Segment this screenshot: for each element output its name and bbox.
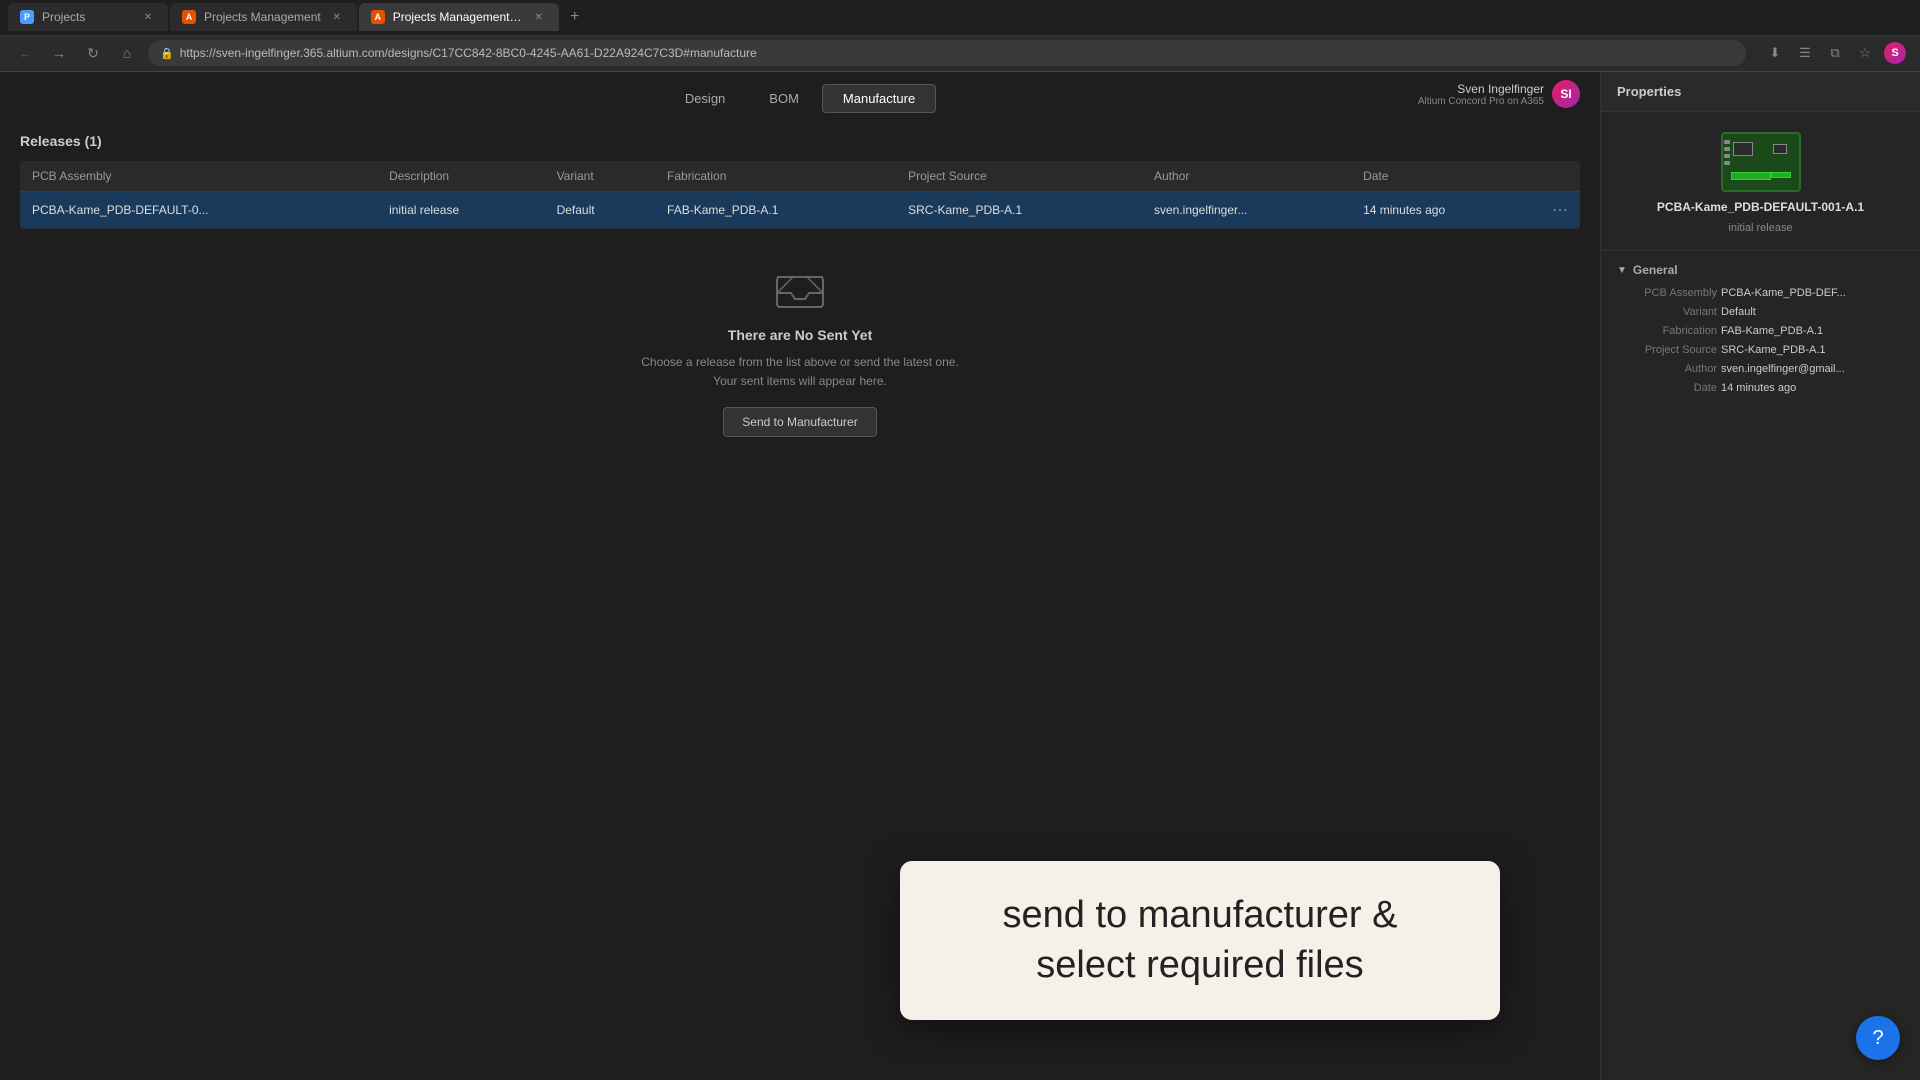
releases-table: PCB Assembly Description Variant Fabrica… [20,161,1580,229]
browser-chrome: P Projects ✕ A Projects Management ✕ A P… [0,0,1920,72]
col-date[interactable]: Date [1351,161,1540,192]
url-text: https://sven-ingelfinger.365.altium.com/… [180,46,1734,60]
section-title: ▼ General [1617,263,1904,277]
avatar[interactable]: SI [1552,80,1580,108]
download-btn[interactable]: ⬇ [1762,40,1788,66]
user-name: Sven Ingelfinger [1418,82,1544,96]
address-bar[interactable]: 🔒 https://sven-ingelfinger.365.altium.co… [148,40,1746,66]
extensions-btn[interactable]: ☰ [1792,40,1818,66]
back-btn[interactable]: ← [12,40,38,66]
col-variant[interactable]: Variant [545,161,655,192]
cell-pcb-assembly: PCBA-Kame_PDB-DEFAULT-0... [20,192,377,229]
prop-label-variant: Variant [1617,306,1717,318]
user-area: Sven Ingelfinger Altium Concord Pro on A… [1418,80,1580,108]
cell-author: sven.ingelfinger... [1142,192,1351,229]
prop-author: Author sven.ingelfinger@gmail... [1617,363,1904,375]
col-actions [1540,161,1580,192]
support-button[interactable]: ? [1856,1016,1900,1060]
preview-desc: initial release [1728,222,1792,234]
tab-projects-mgmt[interactable]: A Projects Management ✕ [170,3,357,31]
cell-date: 14 minutes ago [1351,192,1540,229]
reload-btn[interactable]: ↻ [80,40,106,66]
home-btn[interactable]: ⌂ [114,40,140,66]
bookmark-btn[interactable]: ☆ [1852,40,1878,66]
tab-close-btn-3[interactable]: ✕ [531,9,547,25]
chevron-down-icon: ▼ [1617,265,1627,276]
panel-preview: PCBA-Kame_PDB-DEFAULT-001-A.1 initial re… [1601,112,1920,251]
tab-close-btn-2[interactable]: ✕ [329,9,345,25]
pcb-board [1721,132,1801,192]
tab-projects-mgmt-manu[interactable]: A Projects Management - Manu... ✕ [359,3,559,31]
prop-pcb-assembly: PCB Assembly PCBA-Kame_PDB-DEF... [1617,287,1904,299]
user-subtitle: Altium Concord Pro on A365 [1418,96,1544,107]
table-row[interactable]: PCBA-Kame_PDB-DEFAULT-0... initial relea… [20,192,1580,229]
empty-state: There are No Sent Yet Choose a release f… [20,229,1580,477]
tab-label: Projects [42,10,132,24]
empty-title: There are No Sent Yet [728,327,872,343]
cell-fabrication: FAB-Kame_PDB-A.1 [655,192,896,229]
address-bar-row: ← → ↻ ⌂ 🔒 https://sven-ingelfinger.365.a… [0,36,1920,72]
col-description[interactable]: Description [377,161,544,192]
pcb-preview [1721,132,1801,192]
cell-description: initial release [377,192,544,229]
prop-label-author: Author [1617,363,1717,375]
tab-favicon-2: A [182,10,196,24]
prop-value-variant: Default [1721,306,1904,318]
prop-label-pcb-assembly: PCB Assembly [1617,287,1717,299]
tab-close-btn[interactable]: ✕ [140,9,156,25]
releases-title: Releases (1) [20,125,1580,157]
prop-date: Date 14 minutes ago [1617,382,1904,394]
user-name-area: Sven Ingelfinger Altium Concord Pro on A… [1418,82,1544,107]
properties-section: ▼ General PCB Assembly PCBA-Kame_PDB-DEF… [1601,251,1920,413]
profile-btn[interactable]: S [1882,40,1908,66]
cell-variant: Default [545,192,655,229]
preview-name: PCBA-Kame_PDB-DEFAULT-001-A.1 [1657,200,1864,214]
empty-inbox-icon [775,269,825,309]
forward-btn[interactable]: → [46,40,72,66]
prop-value-fabrication: FAB-Kame_PDB-A.1 [1721,325,1904,337]
prop-fabrication: Fabrication FAB-Kame_PDB-A.1 [1617,325,1904,337]
tooltip-text: send to manufacturer &select required fi… [940,891,1460,990]
prop-value-author: sven.ingelfinger@gmail... [1721,363,1904,375]
prop-value-project-source: SRC-Kame_PDB-A.1 [1721,344,1904,356]
nav-tab-manufacture[interactable]: Manufacture [822,84,936,113]
prop-value-pcb-assembly: PCBA-Kame_PDB-DEF... [1721,287,1904,299]
tab-favicon: P [20,10,34,24]
col-fabrication[interactable]: Fabrication [655,161,896,192]
prop-variant: Variant Default [1617,306,1904,318]
prop-value-date: 14 minutes ago [1721,382,1904,394]
pcb-bar-component [1731,172,1771,180]
cast-btn[interactable]: ⧉ [1822,40,1848,66]
tab-projects[interactable]: P Projects ✕ [8,3,168,31]
send-to-manufacturer-button[interactable]: Send to Manufacturer [723,407,876,437]
tab-label-3: Projects Management - Manu... [393,10,523,24]
top-nav: Sven Ingelfinger Altium Concord Pro on A… [0,72,1600,125]
tooltip-overlay: send to manufacturer &select required fi… [900,861,1500,1020]
pcb-connectors-left [1723,136,1731,176]
lock-icon: 🔒 [160,47,174,60]
nav-tab-bom[interactable]: BOM [748,84,820,113]
tab-favicon-3: A [371,10,385,24]
tab-label-2: Projects Management [204,10,321,24]
new-tab-btn[interactable]: + [561,3,589,31]
cell-row-actions[interactable]: ⋯ [1540,192,1580,229]
col-author[interactable]: Author [1142,161,1351,192]
col-pcb-assembly[interactable]: PCB Assembly [20,161,377,192]
cell-project-source: SRC-Kame_PDB-A.1 [896,192,1142,229]
panel-header: Properties [1601,72,1920,112]
pcb-chip-component [1733,142,1753,156]
tab-bar: P Projects ✕ A Projects Management ✕ A P… [0,0,1920,36]
browser-actions: ⬇ ☰ ⧉ ☆ S [1762,40,1908,66]
prop-label-project-source: Project Source [1617,344,1717,356]
prop-label-fabrication: Fabrication [1617,325,1717,337]
col-project-source[interactable]: Project Source [896,161,1142,192]
pcb-bar2-component [1771,172,1791,178]
pcb-chip2-component [1773,144,1787,154]
nav-tab-design[interactable]: Design [664,84,746,113]
prop-project-source: Project Source SRC-Kame_PDB-A.1 [1617,344,1904,356]
right-panel: Properties [1600,72,1920,1080]
empty-desc: Choose a release from the list above or … [641,353,959,391]
row-actions-icon[interactable]: ⋯ [1552,202,1568,219]
prop-label-date: Date [1617,382,1717,394]
